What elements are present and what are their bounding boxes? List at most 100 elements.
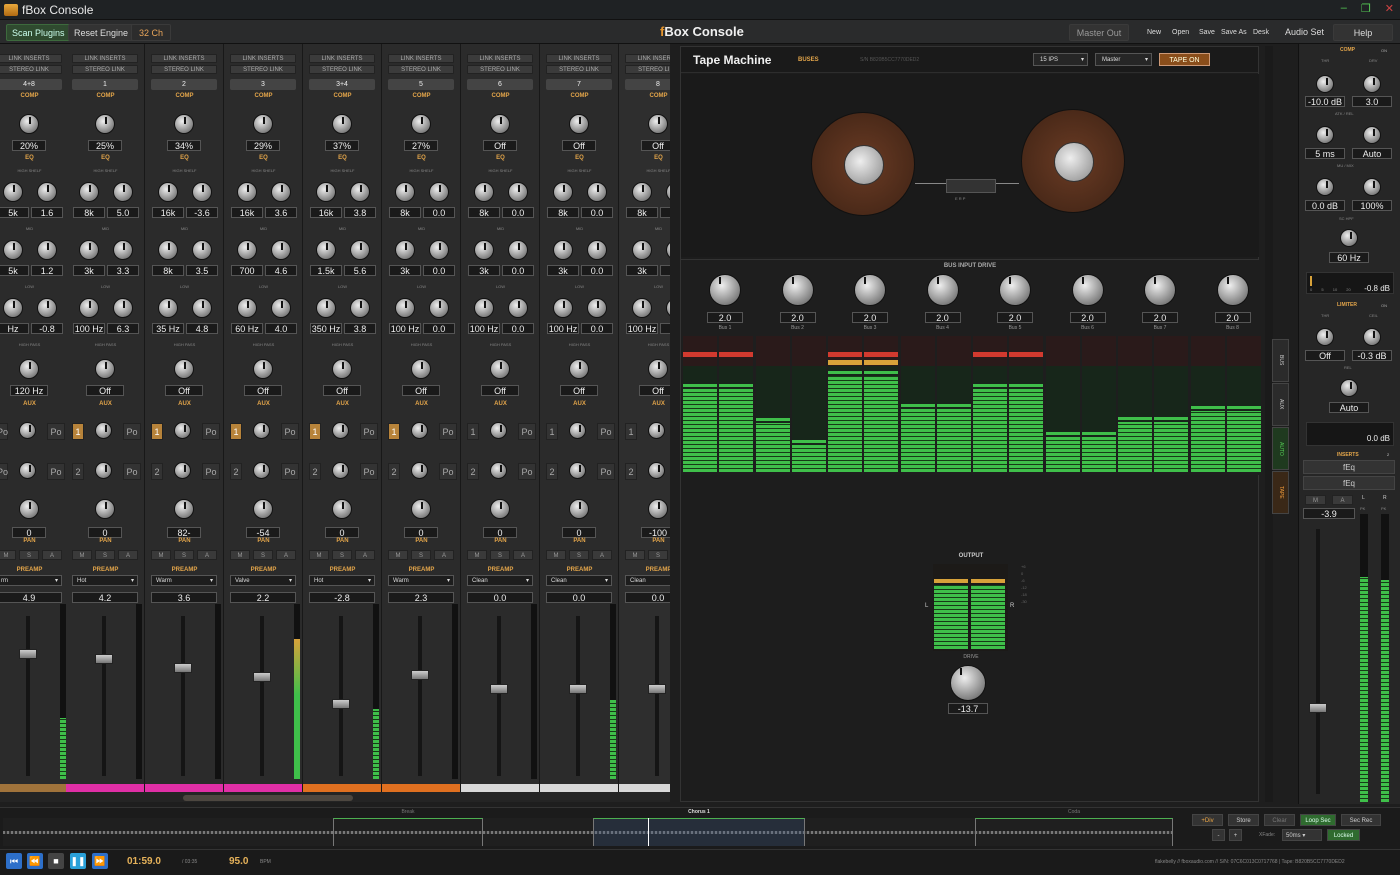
- pause-icon[interactable]: ❚❚: [70, 853, 86, 869]
- high-pass-knob[interactable]: [95, 359, 115, 379]
- bus-assign-button[interactable]: 1: [72, 79, 138, 90]
- solo-button[interactable]: S: [569, 550, 589, 560]
- tape-speed-select[interactable]: 15 IPS ▾: [1033, 53, 1088, 66]
- eq-gain-knob[interactable]: [271, 182, 291, 202]
- xfade-plus-button[interactable]: +: [1229, 829, 1242, 841]
- mute-button[interactable]: M: [151, 550, 171, 560]
- master-gain-value[interactable]: -3.9: [1303, 508, 1355, 519]
- preamp-select[interactable]: rm ▾: [0, 575, 62, 586]
- insert-slot-1[interactable]: fEq: [1303, 460, 1395, 474]
- automation-button[interactable]: A: [592, 550, 612, 560]
- ceiling-knob[interactable]: [1363, 328, 1381, 346]
- eq-gain-knob[interactable]: [508, 298, 528, 318]
- output-drive-knob[interactable]: [950, 665, 986, 701]
- eq-freq-knob[interactable]: [553, 240, 573, 260]
- eq-freq-knob[interactable]: [79, 298, 99, 318]
- eq-gain-knob[interactable]: [350, 240, 370, 260]
- comp-knob[interactable]: [95, 114, 115, 134]
- clear-button[interactable]: Clear: [1264, 814, 1295, 826]
- post-toggle[interactable]: Po: [597, 423, 615, 440]
- preamp-select[interactable]: Warm ▾: [151, 575, 217, 586]
- master-fader-track[interactable]: [1316, 529, 1320, 794]
- mute-button[interactable]: M: [0, 550, 16, 560]
- mute-button[interactable]: M: [309, 550, 329, 560]
- reset-engine-button[interactable]: Reset Engine: [68, 24, 135, 41]
- aux-send-1-button[interactable]: 1: [72, 423, 84, 440]
- post-toggle[interactable]: Po: [202, 463, 220, 480]
- timeline-section[interactable]: [593, 818, 805, 846]
- post-toggle[interactable]: Po: [518, 463, 536, 480]
- comp-knob[interactable]: [19, 114, 39, 134]
- post-toggle[interactable]: Po: [597, 463, 615, 480]
- input-gain-value[interactable]: 2.3: [388, 592, 454, 603]
- automation-button[interactable]: A: [197, 550, 217, 560]
- fast-forward-icon[interactable]: ⏩: [92, 853, 108, 869]
- eq-freq-knob[interactable]: [158, 240, 178, 260]
- bus-assign-button[interactable]: 7: [546, 79, 612, 90]
- aux-send-1-knob[interactable]: [174, 422, 191, 439]
- post-toggle[interactable]: Po: [281, 423, 299, 440]
- aux-send-2-button[interactable]: 2: [72, 463, 84, 480]
- aux-send-1-knob[interactable]: [569, 422, 586, 439]
- preamp-select[interactable]: Clean▾: [467, 575, 533, 586]
- fader-track[interactable]: [339, 616, 343, 776]
- solo-button[interactable]: S: [253, 550, 273, 560]
- aux-send-2-knob[interactable]: [19, 462, 36, 479]
- link-inserts-button[interactable]: LINK INSERTS: [467, 54, 533, 63]
- aux-send-1-knob[interactable]: [490, 422, 507, 439]
- mix-knob[interactable]: [1363, 178, 1381, 196]
- bpm-display[interactable]: 95.0: [229, 856, 248, 867]
- high-pass-knob[interactable]: [332, 359, 352, 379]
- pan-knob[interactable]: [490, 499, 510, 519]
- aux-send-2-knob[interactable]: [95, 462, 112, 479]
- eq-freq-knob[interactable]: [474, 298, 494, 318]
- master-auto-button[interactable]: A: [1332, 495, 1353, 505]
- eq-freq-knob[interactable]: [79, 182, 99, 202]
- pan-knob[interactable]: [253, 499, 273, 519]
- limiter-threshold-knob[interactable]: [1316, 328, 1334, 346]
- automation-button[interactable]: A: [434, 550, 454, 560]
- aux-send-1-button[interactable]: 1: [230, 423, 242, 440]
- fader-cap[interactable]: [490, 684, 508, 694]
- fader-track[interactable]: [497, 616, 501, 776]
- comp-threshold-knob[interactable]: [1316, 75, 1334, 93]
- skip-start-icon[interactable]: ⏮: [6, 853, 22, 869]
- stereo-link-button[interactable]: STEREO LINK: [0, 65, 62, 74]
- eq-freq-knob[interactable]: [3, 298, 23, 318]
- aux-send-1-button[interactable]: 1: [546, 423, 558, 440]
- comp-on-toggle[interactable]: ON: [1381, 48, 1387, 53]
- mute-button[interactable]: M: [546, 550, 566, 560]
- eq-gain-knob[interactable]: [508, 240, 528, 260]
- fader-track[interactable]: [576, 616, 580, 776]
- comp-knob[interactable]: [569, 114, 589, 134]
- eq-freq-knob[interactable]: [316, 240, 336, 260]
- preamp-select[interactable]: Clean▾: [546, 575, 612, 586]
- eq-freq-knob[interactable]: [237, 240, 257, 260]
- eq-gain-knob[interactable]: [350, 298, 370, 318]
- eq-freq-knob[interactable]: [632, 240, 652, 260]
- release-knob[interactable]: [1363, 126, 1381, 144]
- solo-button[interactable]: S: [490, 550, 510, 560]
- comp-knob[interactable]: [253, 114, 273, 134]
- help-button[interactable]: Help: [1333, 24, 1393, 41]
- eq-gain-knob[interactable]: [37, 182, 57, 202]
- mute-button[interactable]: M: [230, 550, 250, 560]
- eq-gain-knob[interactable]: [587, 182, 607, 202]
- bus-drive-knob[interactable]: [854, 274, 886, 306]
- audio-set-button[interactable]: Audio Set: [1280, 24, 1329, 41]
- eq-freq-knob[interactable]: [632, 182, 652, 202]
- eq-freq-knob[interactable]: [395, 182, 415, 202]
- open-button[interactable]: Open: [1167, 24, 1194, 41]
- post-toggle[interactable]: Po: [47, 423, 65, 440]
- pan-knob[interactable]: [174, 499, 194, 519]
- tab-bus[interactable]: BUS: [1272, 339, 1289, 382]
- eq-freq-knob[interactable]: [632, 298, 652, 318]
- high-pass-knob[interactable]: [648, 359, 668, 379]
- eq-freq-knob[interactable]: [3, 182, 23, 202]
- comp-knob[interactable]: [648, 114, 668, 134]
- fader-cap[interactable]: [569, 684, 587, 694]
- preamp-select[interactable]: Hot ▾: [309, 575, 375, 586]
- xfade-minus-button[interactable]: -: [1212, 829, 1225, 841]
- preamp-select[interactable]: Valve ▾: [230, 575, 296, 586]
- bus-assign-button[interactable]: 6: [467, 79, 533, 90]
